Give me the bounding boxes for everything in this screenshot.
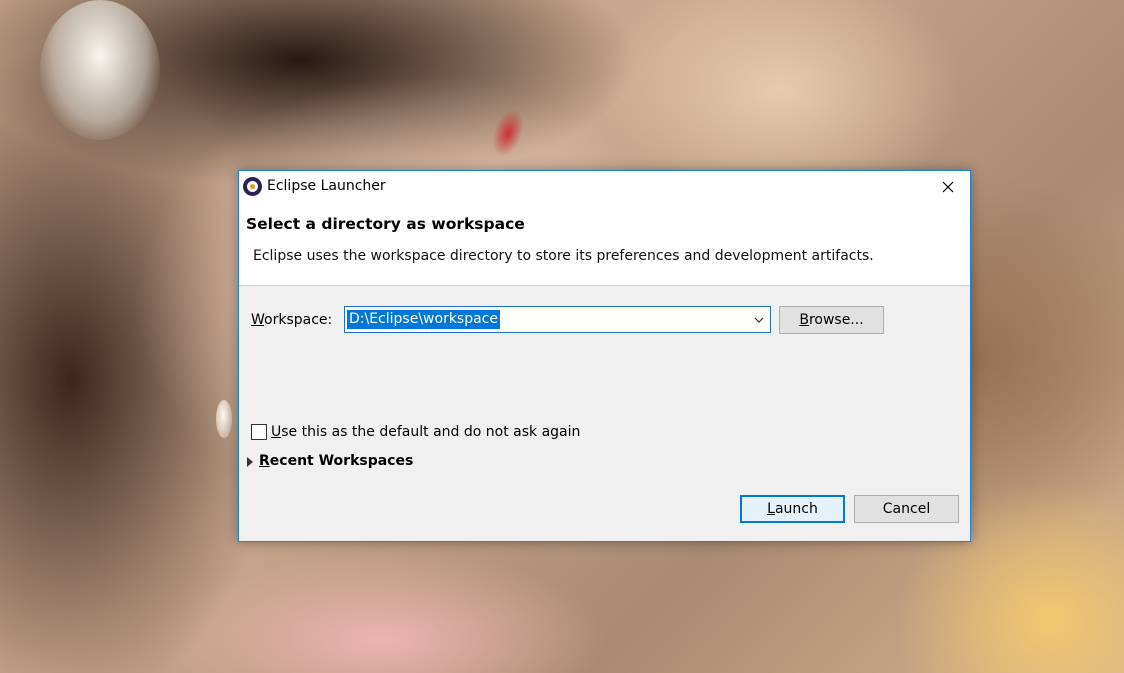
workspace-label-mnemonic: W	[251, 312, 265, 328]
dialog-header: Select a directory as workspace Eclipse …	[239, 202, 970, 286]
recent-label-text: ecent Workspaces	[269, 453, 414, 469]
workspace-combo[interactable]: D:\Eclipse\workspace	[344, 306, 771, 333]
browse-button[interactable]: Browse...	[779, 306, 884, 334]
workspace-label-text: orkspace:	[264, 312, 333, 328]
launch-label: aunch	[774, 501, 818, 517]
chevron-down-icon	[754, 317, 764, 323]
recent-label-mnemonic: R	[259, 453, 270, 469]
title-bar[interactable]: Eclipse Launcher	[239, 171, 970, 202]
window-title: Eclipse Launcher	[267, 178, 386, 194]
recent-workspaces-label[interactable]: Recent Workspaces	[259, 453, 413, 469]
launch-button[interactable]: Launch	[740, 495, 845, 523]
background-photo-detail	[486, 104, 530, 162]
background-photo-detail	[40, 0, 160, 140]
triangle-right-icon	[247, 457, 253, 467]
workspace-label: Workspace:	[251, 312, 332, 328]
workspace-dropdown-button[interactable]	[748, 307, 770, 332]
checkbox-label-mnemonic: U	[271, 424, 282, 440]
close-icon	[942, 181, 953, 192]
background-photo-detail	[216, 400, 232, 438]
browse-mnemonic: B	[799, 312, 809, 328]
cancel-button[interactable]: Cancel	[854, 495, 959, 523]
checkbox-label-text: se this as the default and do not ask ag…	[281, 424, 581, 440]
recent-workspaces-toggle[interactable]	[246, 457, 254, 467]
default-checkbox-label[interactable]: Use this as the default and do not ask a…	[271, 424, 580, 440]
header-title: Select a directory as workspace	[246, 215, 525, 233]
workspace-input[interactable]: D:\Eclipse\workspace	[347, 310, 500, 329]
close-button[interactable]	[925, 171, 970, 202]
default-checkbox[interactable]	[251, 424, 267, 440]
launch-mnemonic: L	[767, 501, 775, 517]
header-description: Eclipse uses the workspace directory to …	[253, 248, 874, 264]
browse-label: rowse...	[808, 312, 864, 328]
eclipse-icon	[243, 177, 262, 196]
eclipse-launcher-dialog: Eclipse Launcher Select a directory as w…	[238, 170, 971, 542]
